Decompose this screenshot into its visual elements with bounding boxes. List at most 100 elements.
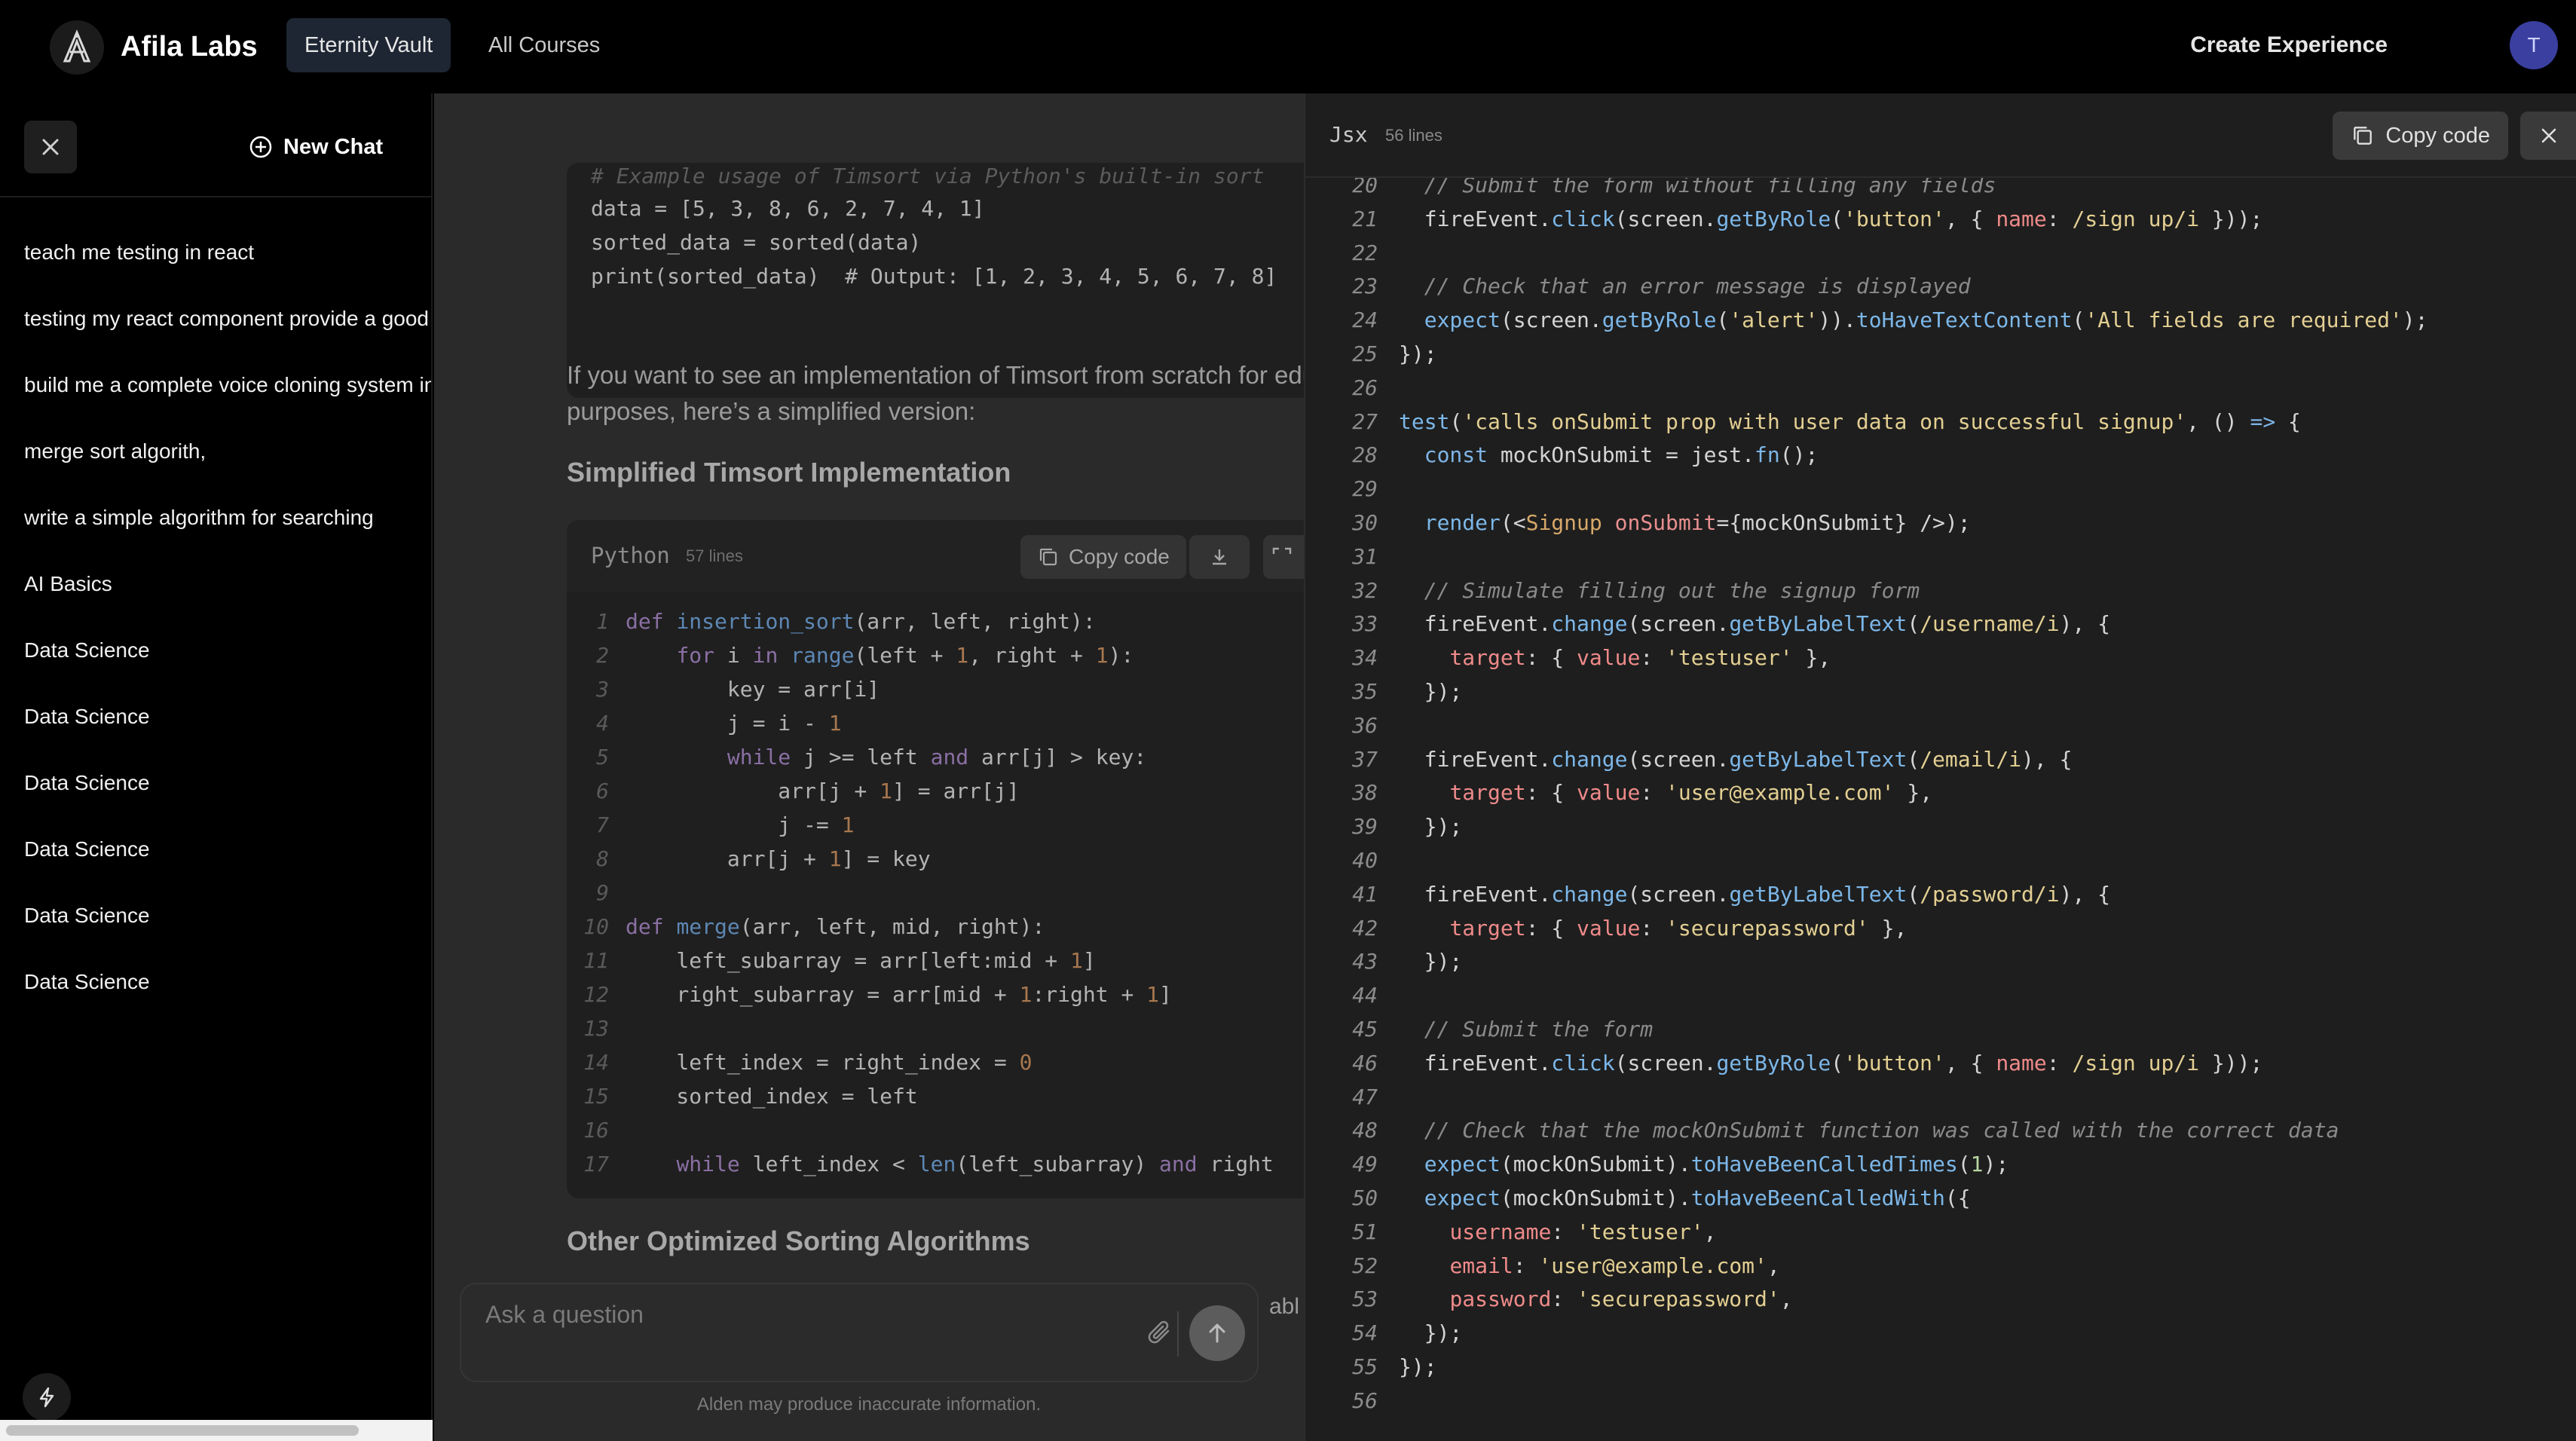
code-panel-line: 40 xyxy=(1305,844,2576,878)
section-heading: Other Optimized Sorting Algorithms xyxy=(567,1225,1030,1256)
code-line: 17 while left_index < len(left_subarray)… xyxy=(583,1152,1274,1176)
code-language: Python xyxy=(591,543,670,568)
chat-history-item[interactable]: AI Basics xyxy=(24,565,431,632)
code-panel-line: 34 target: { value: 'testuser' }, xyxy=(1305,641,2576,675)
code-text: // Simulate filling out the signup form xyxy=(1399,577,1920,603)
code-line: print(sorted_data) # Output: [1, 2, 3, 4… xyxy=(591,264,1277,289)
chat-history-item[interactable]: Data Science xyxy=(24,698,431,764)
copy-code-button[interactable]: Copy code xyxy=(1020,535,1186,579)
code-text: expect(screen.getByRole('alert')).toHave… xyxy=(1424,307,2428,333)
code-line: data = [5, 3, 8, 6, 2, 7, 4, 1] xyxy=(591,196,985,221)
chat-history-item[interactable]: Data Science xyxy=(24,764,431,831)
line-number: 47 xyxy=(1352,1084,1378,1109)
create-experience-button[interactable]: Create Experience xyxy=(2190,18,2388,72)
code-line: 14 left_index = right_index = 0 xyxy=(583,1050,1033,1075)
chat-history-item[interactable]: Data Science xyxy=(24,831,431,897)
tab-all-courses[interactable]: All Courses xyxy=(470,18,618,72)
copy-code-button[interactable]: Copy code xyxy=(2333,112,2508,160)
line-number: 36 xyxy=(1352,712,1378,738)
download-button[interactable] xyxy=(1189,535,1250,579)
copy-code-label: Copy code xyxy=(2385,123,2490,148)
disclaimer-text: Alden may produce inaccurate information… xyxy=(696,1394,1042,1415)
code-panel-line: 50 expect(mockOnSubmit).toHaveBeenCalled… xyxy=(1305,1182,2576,1216)
sidebar: New Chat teach me testing in react testi… xyxy=(0,93,433,1441)
line-number: 51 xyxy=(1352,1219,1378,1244)
quick-action-button[interactable] xyxy=(23,1373,71,1421)
chat-area: # Example usage of Timsort via Python's … xyxy=(434,93,1304,1441)
line-number: 22 xyxy=(1352,240,1378,265)
line-number: 48 xyxy=(1352,1118,1378,1143)
copy-icon xyxy=(2354,127,2373,145)
code-line: 7 j -= 1 xyxy=(596,812,855,837)
tab-eternity-vault[interactable]: Eternity Vault xyxy=(286,18,451,72)
code-line: 15 sorted_index = left xyxy=(583,1084,918,1109)
chat-history-item[interactable]: testing my react component provide a goo… xyxy=(24,300,431,366)
scrollbar-thumb[interactable] xyxy=(6,1425,359,1436)
code-panel-line: 39 }); xyxy=(1305,810,2576,844)
code-text: const mockOnSubmit = jest.fn(); xyxy=(1424,442,1819,468)
code-panel-line: 46 fireEvent.click(screen.getByRole('but… xyxy=(1305,1047,2576,1081)
python-code-block: Python 57 lines Copy code 1 def insertion… xyxy=(567,520,1304,1198)
line-number: 34 xyxy=(1352,645,1378,671)
section-heading: Simplified Timsort Implementation xyxy=(567,457,1011,488)
close-sidebar-button[interactable] xyxy=(24,121,77,173)
expand-icon xyxy=(1272,547,1292,554)
chat-history-item[interactable]: teach me testing in react xyxy=(24,234,431,300)
close-icon xyxy=(2541,128,2556,143)
line-number: 26 xyxy=(1352,375,1378,400)
code-panel-line: 22 xyxy=(1305,237,2576,271)
response-paragraph-fragment: abl xyxy=(1269,1294,1300,1319)
sidebar-scrollbar[interactable] xyxy=(0,1420,433,1441)
code-text: target: { value: 'securepassword' }, xyxy=(1449,915,1908,941)
send-button[interactable] xyxy=(1189,1305,1245,1361)
expand-button[interactable] xyxy=(1263,535,1304,579)
copy-icon xyxy=(1039,548,1057,566)
code-text: fireEvent.change(screen.getByLabelText(/… xyxy=(1399,611,2111,637)
code-panel-line: 56 xyxy=(1305,1384,2576,1418)
close-panel-button[interactable] xyxy=(2520,112,2576,160)
code-panel-line: 37 fireEvent.change(screen.getByLabelTex… xyxy=(1305,743,2576,777)
chat-history-item[interactable]: Data Science xyxy=(24,897,431,963)
response-paragraph: If you want to see an implementation of … xyxy=(567,361,1304,389)
line-number: 44 xyxy=(1352,983,1378,1008)
code-panel-body: 20 // Submit the form without filling an… xyxy=(1305,169,2576,1441)
chat-input[interactable]: Ask a question xyxy=(460,1283,1259,1382)
code-panel-line: 48 // Check that the mockOnSubmit functi… xyxy=(1305,1114,2576,1148)
code-text: expect(mockOnSubmit).toHaveBeenCalledTim… xyxy=(1424,1152,2009,1177)
new-chat-button[interactable]: New Chat xyxy=(249,130,383,164)
code-line: 10 def merge(arr, left, mid, right): xyxy=(583,914,1045,939)
download-icon xyxy=(1213,549,1226,565)
chat-history-item[interactable]: Data Science xyxy=(24,632,431,698)
code-text: }); xyxy=(1399,1320,1463,1346)
lightning-icon xyxy=(39,1387,54,1408)
line-number: 46 xyxy=(1352,1050,1378,1075)
code-line: 12 right_subarray = arr[mid + 1:right + … xyxy=(583,982,1172,1007)
top-bar: Afila Labs Eternity Vault All Courses Cr… xyxy=(0,0,2576,93)
input-divider xyxy=(1177,1311,1179,1357)
line-number: 30 xyxy=(1352,509,1378,535)
line-number: 21 xyxy=(1352,206,1378,231)
code-text: }); xyxy=(1399,1354,1437,1379)
line-number: 41 xyxy=(1352,881,1378,907)
line-number: 56 xyxy=(1352,1387,1378,1413)
avatar[interactable]: T xyxy=(2510,21,2558,69)
chat-history-item[interactable]: merge sort algorith, xyxy=(24,433,431,499)
chat-history-item[interactable]: Data Science xyxy=(24,963,431,1030)
chat-history-item[interactable]: build me a complete voice cloning system… xyxy=(24,366,431,433)
code-line: sorted_data = sorted(data) xyxy=(591,230,922,255)
line-number: 39 xyxy=(1352,814,1378,840)
line-number: 31 xyxy=(1352,543,1378,569)
arrow-up-icon xyxy=(1209,1323,1225,1343)
brand-name[interactable]: Afila Labs xyxy=(121,26,258,68)
code-panel-line: 43 }); xyxy=(1305,945,2576,979)
paperclip-icon[interactable] xyxy=(1146,1316,1176,1349)
code-panel-line: 24 expect(screen.getByRole('alert')).toH… xyxy=(1305,304,2576,338)
line-number: 37 xyxy=(1352,746,1378,772)
line-number: 49 xyxy=(1352,1152,1378,1177)
code-text: username: 'testuser', xyxy=(1449,1219,1717,1244)
code-panel-line: 29 xyxy=(1305,473,2576,506)
code-text: render(<Signup onSubmit={mockOnSubmit} /… xyxy=(1424,509,1971,535)
chat-history-item[interactable]: write a simple algorithm for searching xyxy=(24,499,431,565)
code-line: 9 xyxy=(596,880,609,905)
logo-icon[interactable] xyxy=(50,20,104,75)
